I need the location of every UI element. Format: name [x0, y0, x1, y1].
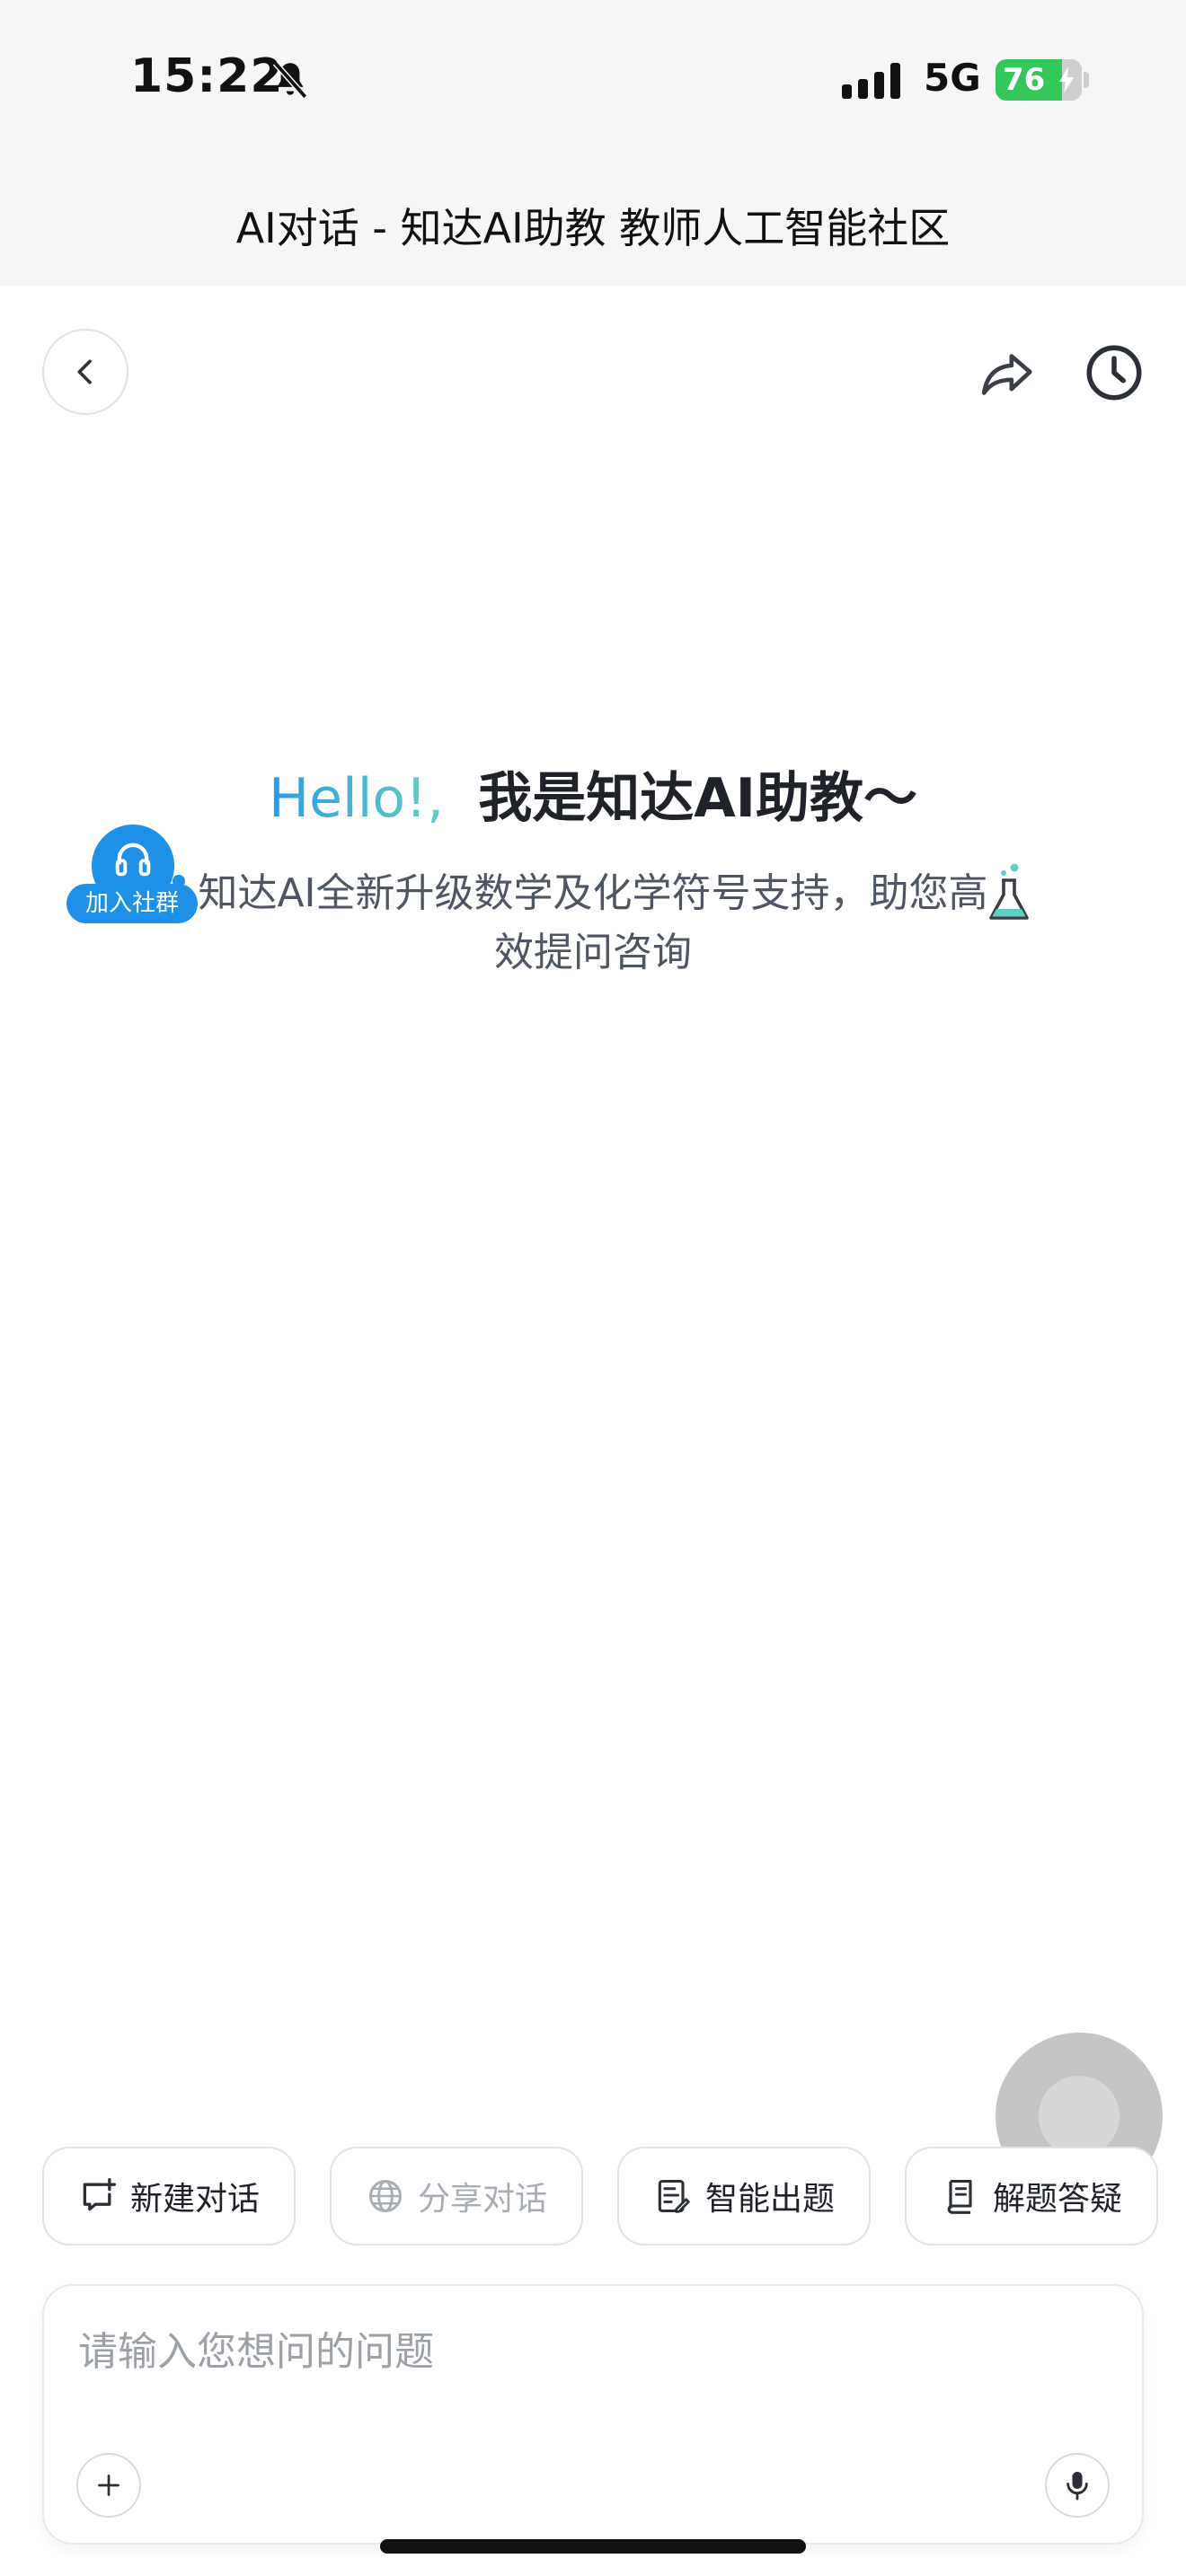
quick-actions: 新建对话 分享对话 智能出题 解题答疑: [42, 2147, 1186, 2245]
share-icon[interactable]: [975, 343, 1038, 406]
notebook-icon: [947, 2179, 972, 2214]
microphone-icon: [1067, 2471, 1088, 2501]
status-bar: 15:22 5G 76: [0, 0, 1186, 162]
smart-quiz-button[interactable]: 智能出题: [617, 2147, 871, 2245]
new-chat-button[interactable]: 新建对话: [42, 2147, 296, 2245]
home-indicator[interactable]: [380, 2539, 806, 2554]
greeting: Hello!,: [269, 767, 445, 830]
title-bar: AI对话 - 知达AI助教 教师人工智能社区: [0, 162, 1186, 286]
solve-questions-button[interactable]: 解题答疑: [905, 2147, 1158, 2245]
intro-text: 我是知达AI助教～: [478, 767, 917, 830]
share-chat-button[interactable]: 分享对话: [330, 2147, 583, 2245]
plus-icon: [98, 2475, 119, 2496]
new-chat-label: 新建对话: [129, 2181, 260, 2218]
battery-cap: [1084, 72, 1089, 88]
chevron-left-icon: [77, 359, 92, 384]
question-input[interactable]: [76, 2322, 1068, 2381]
exam-paper-icon: [658, 2179, 690, 2213]
headset-icon: [115, 842, 151, 877]
charging-bolt-icon: [1059, 66, 1074, 93]
share-chat-label: 分享对话: [417, 2181, 547, 2218]
status-time: 15:22: [130, 49, 284, 103]
smart-quiz-label: 智能出题: [704, 2181, 835, 2218]
hero-subtitle: 知达AI全新升级数学及化学符号支持，助您高效提问咨询: [198, 870, 988, 975]
bell-slash-icon: [272, 61, 308, 99]
back-button[interactable]: [42, 329, 128, 415]
hero-heading: Hello!, 我是知达AI助教～: [0, 754, 1186, 833]
chat-composer: [42, 2284, 1144, 2545]
signal-icon: [842, 63, 900, 99]
history-clock-icon[interactable]: [1083, 341, 1146, 404]
flask-icon: [989, 863, 1029, 920]
battery-level: 76: [1003, 62, 1046, 98]
network-type: 5G: [924, 56, 981, 100]
globe-icon: [369, 2180, 402, 2212]
voice-input-button[interactable]: [1045, 2453, 1110, 2518]
page-title: AI对话 - 知达AI助教 教师人工智能社区: [235, 204, 951, 252]
solve-questions-label: 解题答疑: [992, 2181, 1122, 2218]
battery-indicator: 76: [996, 59, 1082, 101]
join-community-label: 加入社群: [66, 884, 198, 923]
new-chat-icon: [83, 2178, 116, 2211]
join-community-badge[interactable]: 加入社群: [66, 825, 201, 932]
attach-button[interactable]: [76, 2453, 141, 2518]
